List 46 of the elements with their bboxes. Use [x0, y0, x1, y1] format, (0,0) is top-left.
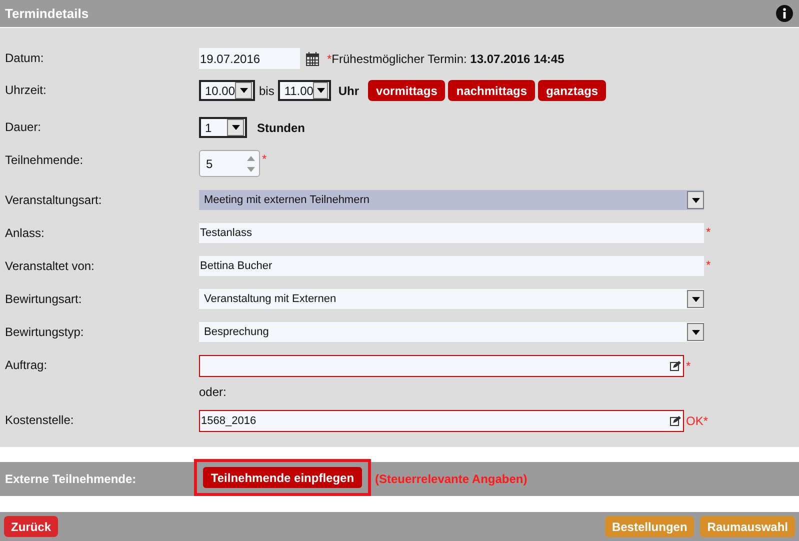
dropdown-field[interactable]: 11.00: [278, 80, 332, 101]
info-icon[interactable]: [776, 5, 793, 22]
field-label: Kostenstelle:: [4, 412, 75, 429]
panel-title: Termindetails: [5, 4, 89, 23]
field-label: Dauer:: [4, 119, 42, 136]
tax-note: (Steuerrelevante Angaben): [375, 471, 528, 488]
field-label: Auftrag:: [4, 357, 48, 374]
time-preset-button[interactable]: ganztags: [538, 80, 606, 101]
dropdown-field[interactable]: 10.00: [199, 80, 255, 101]
time-preset-button[interactable]: nachmittags: [448, 80, 536, 101]
date-field[interactable]: 19.07.2016: [199, 48, 300, 69]
alternative-hint: oder:: [199, 384, 226, 401]
required-marker: *: [686, 358, 691, 375]
dropdown-field[interactable]: Veranstaltung mit Externen: [199, 289, 704, 309]
calendar-icon[interactable]: [306, 52, 319, 66]
time-separator: bis: [259, 82, 274, 100]
lookup-field[interactable]: 1568_2016: [199, 410, 684, 432]
lookup-field[interactable]: [199, 355, 684, 377]
required-marker: *: [706, 257, 711, 274]
field-label: Uhrzeit:: [4, 82, 48, 99]
text-field[interactable]: Testanlass: [199, 223, 704, 243]
add-participants-button[interactable]: Teilnehmende einpflegen: [202, 467, 362, 488]
required-marker: *: [262, 151, 267, 168]
field-label: Veranstaltet von:: [4, 258, 96, 275]
field-label: Bewirtungstyp:: [4, 324, 85, 341]
field-label: Veranstaltungsart:: [4, 192, 103, 209]
dropdown-field[interactable]: 1: [199, 117, 247, 138]
dropdown-field[interactable]: Meeting mit externen Teilnehmern: [199, 190, 704, 210]
edit-icon[interactable]: [670, 416, 681, 426]
required-marker: *: [706, 224, 711, 241]
duration-unit: Stunden: [257, 120, 305, 136]
earliest-date-note: Frühestmöglicher Termin: 13.07.2016 14:45: [332, 50, 564, 68]
edit-icon[interactable]: [670, 361, 681, 371]
time-preset-button[interactable]: vormittags: [368, 80, 446, 101]
text-field[interactable]: Bettina Bucher: [199, 256, 704, 276]
field-label: Bewirtungsart:: [4, 291, 83, 308]
dropdown-field[interactable]: Besprechung: [199, 322, 704, 342]
field-label: Anlass:: [4, 225, 46, 242]
section-label: Externe Teilnehmende:: [4, 471, 138, 488]
back-button[interactable]: Zurück: [4, 516, 58, 537]
time-unit: Uhr: [338, 82, 360, 100]
field-label: Teilnehmende:: [4, 152, 84, 169]
required-marker: OK*: [686, 413, 708, 430]
field-label: Datum:: [4, 50, 45, 67]
number-field[interactable]: 5: [199, 150, 260, 177]
required-marker: *: [327, 50, 332, 68]
